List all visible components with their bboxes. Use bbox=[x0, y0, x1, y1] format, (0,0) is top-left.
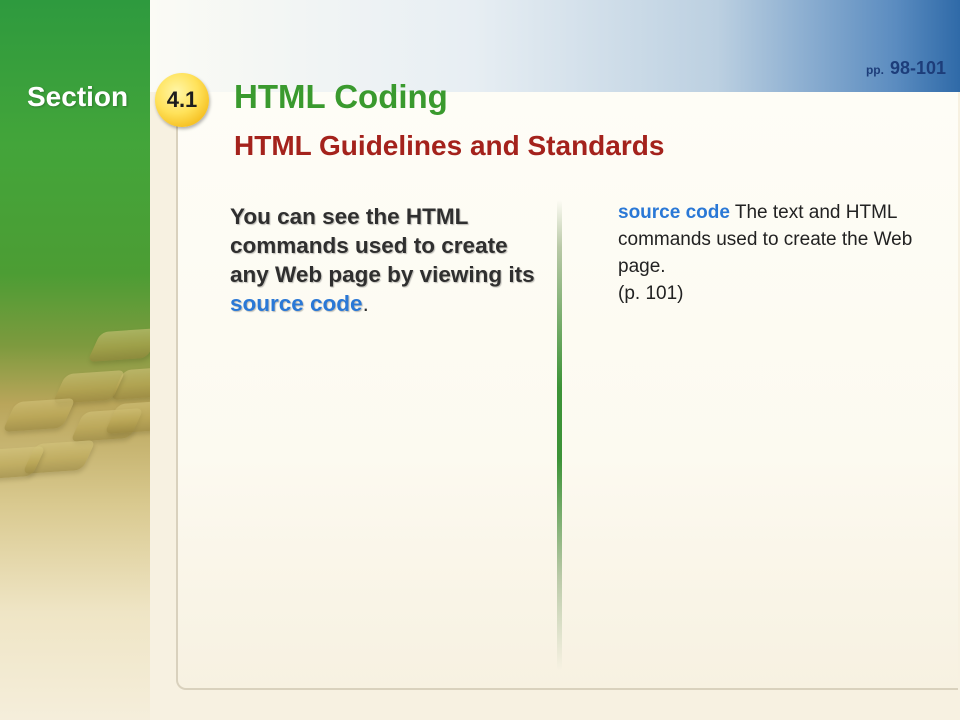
glossary-term: source code bbox=[618, 202, 730, 223]
slide-content-card bbox=[176, 92, 958, 690]
keyboard-key-graphic bbox=[2, 398, 76, 432]
page-title: HTML Coding bbox=[234, 78, 448, 115]
main-statement-text: You can see the HTML commands used to cr… bbox=[230, 204, 535, 287]
glossary-definition: source code The text and HTML commands u… bbox=[618, 199, 918, 307]
page-reference: pp. 98-101 bbox=[866, 58, 946, 79]
keyboard-key-graphic bbox=[104, 400, 150, 434]
main-statement-end: . bbox=[362, 291, 369, 316]
section-label: Section bbox=[27, 81, 129, 112]
main-statement-term: source code bbox=[230, 291, 363, 316]
keyboard-key-graphic bbox=[87, 328, 150, 362]
main-statement: You can see the HTML commands used to cr… bbox=[230, 202, 550, 318]
page-subtitle: HTML Guidelines and Standards bbox=[234, 130, 665, 161]
column-divider bbox=[557, 200, 562, 670]
page-reference-range: 98-101 bbox=[889, 58, 946, 78]
glossary-page-note: (p. 101) bbox=[618, 283, 684, 304]
section-number-badge: 4.1 bbox=[155, 73, 209, 127]
page-reference-prefix: pp. bbox=[865, 63, 884, 77]
